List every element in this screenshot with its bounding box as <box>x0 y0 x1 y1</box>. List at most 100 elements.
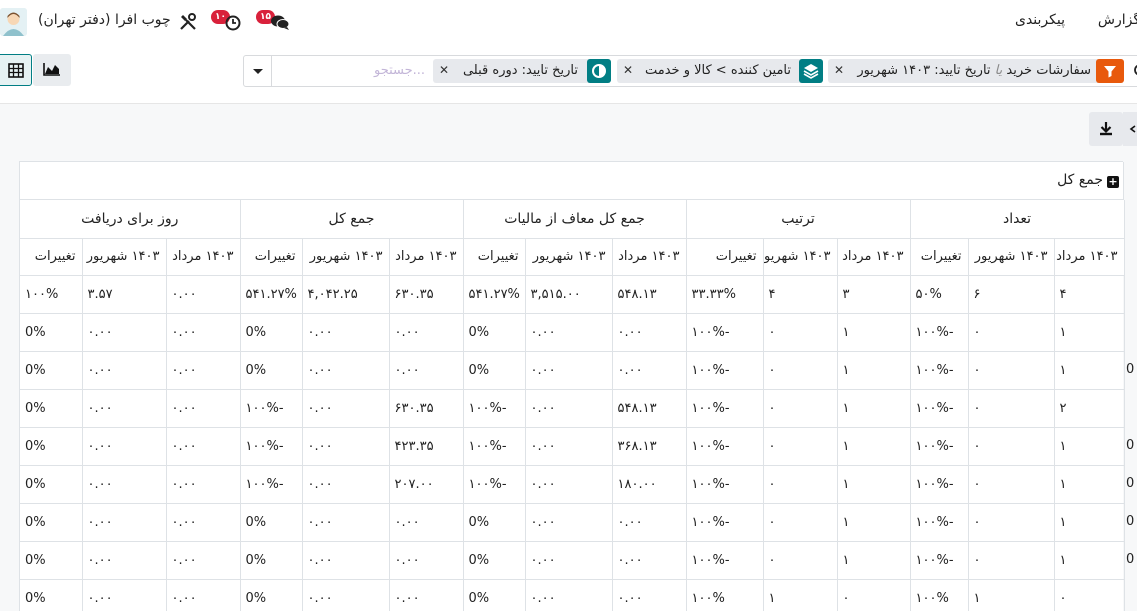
pivot-cell[interactable]: ۵۴۸.۱۳ <box>612 389 687 428</box>
pivot-cell[interactable]: -۱۰۰% <box>910 465 969 504</box>
pivot-cell[interactable]: ۱ <box>1054 313 1125 352</box>
period-header[interactable]: ۱۴۰۳ مرداد <box>389 238 464 276</box>
pivot-cell[interactable]: ۰ <box>763 313 838 352</box>
pivot-cell[interactable]: ۱ <box>837 351 911 390</box>
pivot-cell[interactable]: ۰ <box>763 503 838 542</box>
pivot-cell[interactable]: ۰ <box>837 579 911 611</box>
period-header[interactable]: ۱۴۰۳ شهریور <box>82 238 167 276</box>
pivot-cell[interactable]: ۰.۰۰ <box>166 389 241 428</box>
pivot-cell[interactable]: ۱۸۰.۰۰ <box>612 465 687 504</box>
pivot-cell[interactable]: 0% <box>20 427 83 466</box>
company-switcher[interactable]: چوب افرا (دفتر تهران) <box>38 12 171 28</box>
pivot-cell[interactable]: -۱۰۰% <box>463 465 526 504</box>
pivot-cell[interactable]: 0% <box>463 503 526 542</box>
pivot-cell[interactable]: ۰.۰۰ <box>302 389 390 428</box>
pivot-cell[interactable]: ۳۳.۳۳% <box>686 275 764 314</box>
more-actions-button[interactable] <box>1123 112 1137 146</box>
pivot-cell[interactable]: ۰.۰۰ <box>302 503 390 542</box>
pivot-cell[interactable]: ۰.۰۰ <box>525 503 613 542</box>
pivot-cell[interactable]: ۰.۰۰ <box>82 351 167 390</box>
pivot-cell[interactable]: ۶ <box>968 275 1055 314</box>
table-row[interactable]: ۱ ۰ -۱۰۰% ۱ ۰ -۱۰۰% ۰.۰۰ ۰.۰۰ 0% ۰.۰۰ ۰.۰۰ 0% ۰.۰۰ ۰.… <box>20 541 1125 580</box>
pivot-cell[interactable]: ۰ <box>968 541 1055 580</box>
pivot-cell[interactable]: -۱۰۰% <box>686 389 764 428</box>
pivot-cell[interactable]: -۱۰۰% <box>910 503 969 542</box>
pivot-cell[interactable]: ۰.۰۰ <box>166 465 241 504</box>
period-header[interactable]: ۱۴۰۳ شهریور <box>302 238 390 276</box>
pivot-cell[interactable]: ۰.۰۰ <box>302 465 390 504</box>
pivot-cell[interactable]: ۰.۰۰ <box>166 541 241 580</box>
pivot-cell[interactable]: ۱ <box>837 503 911 542</box>
period-header[interactable]: ۱۴۰۳ شهریور <box>763 238 838 276</box>
pivot-cell[interactable]: ۰.۰۰ <box>389 541 464 580</box>
pivot-cell[interactable]: ۰.۰۰ <box>166 579 241 611</box>
pivot-cell[interactable]: 0% <box>20 389 83 428</box>
pivot-cell[interactable]: ۳.۵۷ <box>82 275 167 314</box>
pivot-cell[interactable]: ۱ <box>1054 503 1125 542</box>
pivot-cell[interactable]: ۰ <box>968 351 1055 390</box>
pivot-cell[interactable]: 0% <box>20 313 83 352</box>
pivot-cell[interactable]: -۱۰۰% <box>463 427 526 466</box>
pivot-cell[interactable]: 0% <box>20 503 83 542</box>
pivot-cell[interactable]: 0% <box>20 351 83 390</box>
download-button[interactable] <box>1089 112 1123 146</box>
pivot-cell[interactable]: ۱۰۰% <box>20 275 83 314</box>
measure-header[interactable]: ترتیب <box>686 200 911 239</box>
pivot-cell[interactable]: ۰ <box>763 427 838 466</box>
pivot-cell[interactable]: ۱ <box>968 579 1055 611</box>
period-header[interactable]: ۱۴۰۳ مرداد <box>837 238 911 276</box>
pivot-cell[interactable]: ۰.۰۰ <box>389 313 464 352</box>
period-header[interactable]: ۱۴۰۳ شهریور <box>968 238 1055 276</box>
pivot-cell[interactable]: 0% <box>240 503 303 542</box>
pivot-cell[interactable]: ۰.۰۰ <box>525 541 613 580</box>
pivot-cell[interactable]: ۱۰۰% <box>910 579 969 611</box>
pivot-cell[interactable]: -۱۰۰% <box>910 313 969 352</box>
pivot-cell[interactable]: ۰ <box>763 465 838 504</box>
table-row[interactable]: ۱ ۰ -۱۰۰% ۱ ۰ -۱۰۰% ۰.۰۰ ۰.۰۰ 0% ۰.۰۰ ۰.۰۰ 0% ۰.۰۰ ۰.… <box>20 313 1125 352</box>
pivot-cell[interactable]: -۱۰۰% <box>240 389 303 428</box>
pivot-cell[interactable]: ۱ <box>1054 465 1125 504</box>
pivot-cell[interactable]: 0% <box>20 579 83 611</box>
pivot-cell[interactable]: -۱۰۰% <box>240 465 303 504</box>
pivot-cell[interactable]: ۵۴۱.۲۷% <box>240 275 303 314</box>
table-row[interactable]: ۱ ۰ -۱۰۰% ۱ ۰ -۱۰۰% ۰.۰۰ ۰.۰۰ 0% ۰.۰۰ ۰.۰۰ 0% ۰.۰۰ ۰.… <box>20 351 1125 390</box>
pivot-cell[interactable]: ۰ <box>968 427 1055 466</box>
measure-header[interactable]: جمع کل معاف از مالیات <box>463 200 687 239</box>
pivot-cell[interactable]: 0% <box>20 541 83 580</box>
pivot-cell[interactable]: ۰.۰۰ <box>525 389 613 428</box>
pivot-cell[interactable]: ۳,۵۱۵.۰۰ <box>525 275 613 314</box>
pivot-cell[interactable]: ۱ <box>763 579 838 611</box>
pivot-cell[interactable]: ۰.۰۰ <box>82 427 167 466</box>
pivot-cell[interactable]: ۳۶۸.۱۳ <box>612 427 687 466</box>
measure-header[interactable]: تعداد <box>910 200 1125 239</box>
pivot-cell[interactable]: -۱۰۰% <box>240 427 303 466</box>
pivot-cell[interactable]: ۲۰۷.۰۰ <box>389 465 464 504</box>
pivot-cell[interactable]: ۰.۰۰ <box>525 465 613 504</box>
period-header[interactable]: تغییرات <box>463 238 526 276</box>
pivot-cell[interactable]: ۰.۰۰ <box>166 351 241 390</box>
pivot-cell[interactable]: ۰.۰۰ <box>82 503 167 542</box>
pivot-cell[interactable]: ۵۴۸.۱۳ <box>612 275 687 314</box>
pivot-cell[interactable]: 0% <box>240 541 303 580</box>
pivot-cell[interactable]: ۰.۰۰ <box>82 541 167 580</box>
pivot-cell[interactable]: ۰.۰۰ <box>166 275 241 314</box>
pivot-cell[interactable]: ۰.۰۰ <box>525 427 613 466</box>
menu-config[interactable]: پیکربندی <box>1015 12 1065 28</box>
pivot-cell[interactable]: ۰.۰۰ <box>612 579 687 611</box>
graph-view-button[interactable] <box>33 54 71 86</box>
pivot-cell[interactable]: -۱۰۰% <box>910 541 969 580</box>
pivot-col-total-header[interactable]: جمع کل + <box>20 162 1124 200</box>
pivot-cell[interactable]: ۰.۰۰ <box>525 313 613 352</box>
pivot-cell[interactable]: -۱۰۰% <box>686 427 764 466</box>
pivot-cell[interactable]: ۰ <box>968 503 1055 542</box>
pivot-cell[interactable]: ۰.۰۰ <box>389 579 464 611</box>
table-row[interactable]: ۲ ۰ -۱۰۰% ۱ ۰ -۱۰۰% ۵۴۸.۱۳ ۰.۰۰ -۱۰۰% ۶۳۰.۳۵ ۰.۰۰-… <box>20 389 1125 428</box>
pivot-cell[interactable]: -۱۰۰% <box>910 427 969 466</box>
pivot-cell[interactable]: ۰.۰۰ <box>302 427 390 466</box>
pivot-cell[interactable]: ۱۰۰% <box>686 579 764 611</box>
pivot-cell[interactable]: -۱۰۰% <box>686 313 764 352</box>
pivot-cell[interactable]: ۰.۰۰ <box>82 579 167 611</box>
tools-icon[interactable] <box>179 13 197 31</box>
pivot-cell[interactable]: -۱۰۰% <box>686 465 764 504</box>
menu-report[interactable]: گزارش <box>1098 12 1137 28</box>
